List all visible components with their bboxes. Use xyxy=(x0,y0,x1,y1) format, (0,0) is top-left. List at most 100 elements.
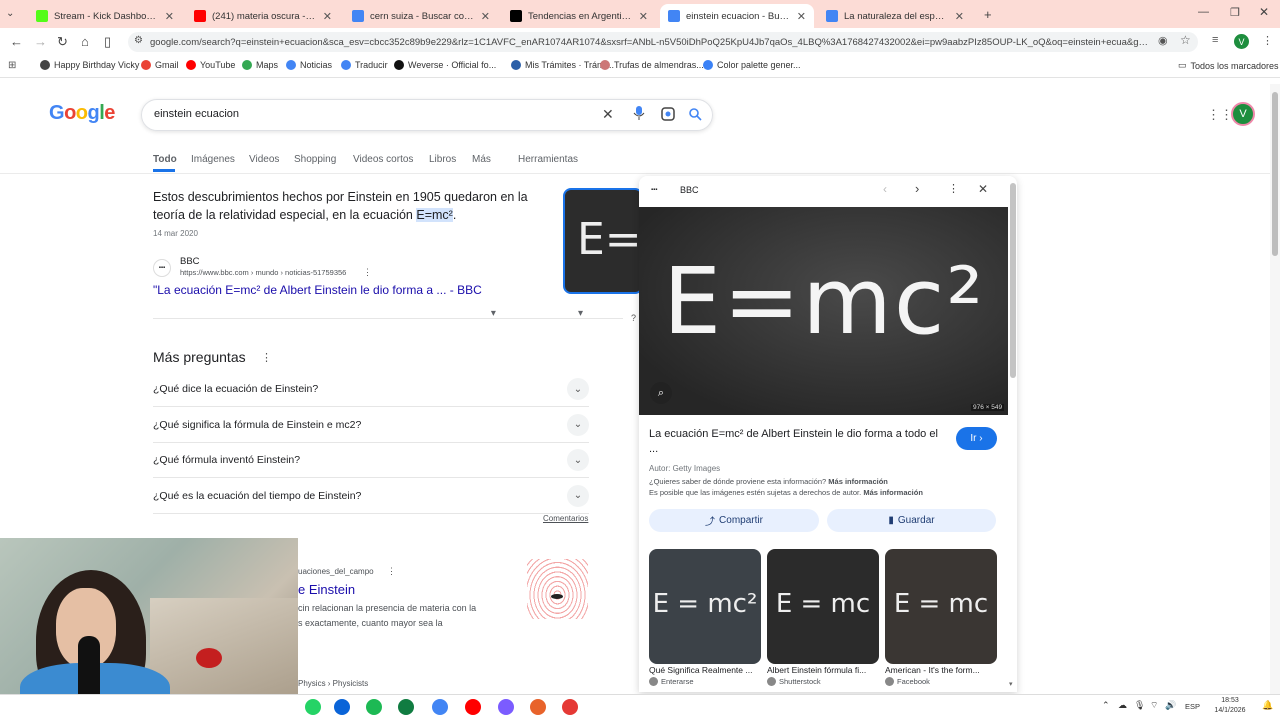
comments-link[interactable]: Comentarios xyxy=(543,514,588,523)
info2-link[interactable]: Más información xyxy=(863,488,923,497)
app-orange-icon[interactable] xyxy=(530,699,546,715)
search-tab[interactable]: Más ▾ xyxy=(472,154,496,319)
result2-thumbnail[interactable] xyxy=(527,559,588,619)
bookmark-item[interactable]: Mis Trámites · Trámi... xyxy=(511,60,614,70)
search-input[interactable]: einstein ecuacion xyxy=(154,108,239,120)
bookmark-item[interactable]: YouTube xyxy=(186,60,235,70)
location-icon[interactable]: ◉ xyxy=(1158,34,1168,47)
volume-icon[interactable]: 🔊 xyxy=(1165,700,1176,711)
more-options-icon[interactable]: ⋮ xyxy=(363,267,372,278)
panel-title[interactable]: La ecuación E=mc² de Albert Einstein le … xyxy=(649,427,939,457)
paa-question[interactable]: ¿Qué significa la fórmula de Einstein e … xyxy=(153,408,589,443)
clear-icon[interactable]: ✕ xyxy=(602,106,614,123)
google-avatar[interactable]: V xyxy=(1231,102,1255,126)
sidepanel-icon[interactable]: ▯ xyxy=(104,34,111,50)
notifications-icon[interactable]: 🔔 xyxy=(1262,700,1273,711)
related-image[interactable]: E = mc² xyxy=(649,549,761,664)
search-tab[interactable]: Imágenes xyxy=(191,154,235,165)
browser-tab[interactable]: Tendencias en Argentina en X ✕ xyxy=(502,4,656,28)
related-image-caption[interactable]: Qué Significa Realmente ... xyxy=(649,665,761,675)
panel-scrollbar[interactable] xyxy=(1010,183,1016,378)
panel-lens-icon[interactable]: ⌕ xyxy=(650,382,672,404)
help-icon[interactable]: ? xyxy=(631,313,636,323)
panel-more-icon[interactable]: ⋮ xyxy=(948,182,959,195)
save-button[interactable]: ▮ Guardar xyxy=(827,509,996,532)
share-button[interactable]: ⤴ Compartir xyxy=(649,509,819,532)
tab-close-icon[interactable]: ✕ xyxy=(323,10,332,23)
cloud-icon[interactable]: ☁ xyxy=(1118,700,1127,711)
tab-close-icon[interactable]: ✕ xyxy=(481,10,490,23)
search-tab[interactable]: Herramientas ▾ xyxy=(518,154,583,319)
panel-close-icon[interactable]: ✕ xyxy=(978,182,988,196)
home-icon[interactable]: ⌂ xyxy=(81,34,89,49)
reload-icon[interactable]: ↻ xyxy=(57,34,68,50)
bookmark-item[interactable]: Weverse · Official fo... xyxy=(394,60,496,70)
info1-link[interactable]: Más información xyxy=(828,477,888,486)
menu-icon[interactable]: ⋮ xyxy=(1262,34,1273,47)
spotify-icon[interactable] xyxy=(366,699,382,715)
clock[interactable]: 18:53 14/1/2026 xyxy=(1207,696,1253,716)
browser-tab[interactable]: cern suiza - Buscar con Google ✕ xyxy=(344,4,498,28)
search-tab[interactable]: Videos cortos xyxy=(353,154,413,165)
minimize-button[interactable]: — xyxy=(1198,6,1209,18)
address-bar[interactable]: google.com/search?q=einstein+ecuacion&sc… xyxy=(128,32,1198,52)
browser-tab[interactable]: Stream - Kick Dashboard ✕ xyxy=(28,4,182,28)
site-info-icon[interactable]: ⚙ xyxy=(134,35,143,46)
snippet-link[interactable]: "La ecuación E=mc² de Albert Einstein le… xyxy=(153,283,482,297)
close-window-button[interactable]: ✕ xyxy=(1259,5,1269,19)
mic-tray-icon[interactable]: 🎙 xyxy=(1134,700,1145,711)
youtube-music-icon[interactable] xyxy=(465,699,481,715)
bookmark-item[interactable]: Maps xyxy=(242,60,278,70)
tray-chevron-icon[interactable]: ⌃ xyxy=(1102,700,1110,711)
snippet-image[interactable]: E= xyxy=(563,188,643,294)
go-button[interactable]: Ir › xyxy=(956,427,997,450)
chevron-down-icon[interactable]: ⌄ xyxy=(567,378,589,400)
tab-close-icon[interactable]: ✕ xyxy=(955,10,964,23)
bookmark-star-icon[interactable]: ☆ xyxy=(1180,33,1191,47)
reading-list-icon[interactable]: ≡ xyxy=(1212,34,1218,46)
bookmark-item[interactable]: Color palette gener... xyxy=(703,60,801,70)
bookmark-item[interactable]: Gmail xyxy=(141,60,179,70)
result2-title[interactable]: e Einstein xyxy=(298,582,355,597)
related-image-caption[interactable]: Albert Einstein fórmula fi... xyxy=(767,665,879,675)
lang-indicator[interactable]: ESP xyxy=(1185,702,1200,711)
search-icon[interactable] xyxy=(688,107,702,124)
back-icon[interactable]: ← xyxy=(10,34,23,49)
bookmark-item[interactable]: Trufas de almendras... xyxy=(600,60,704,70)
tab-search-icon[interactable]: ⌄ xyxy=(6,8,14,19)
paa-question[interactable]: ¿Qué es la ecuación del tiempo de Einste… xyxy=(153,479,589,514)
browser-tab[interactable]: (241) materia oscura - YouTube ✕ xyxy=(186,4,340,28)
wifi-icon[interactable]: ⌔ xyxy=(1150,700,1158,711)
mic-icon[interactable] xyxy=(632,105,646,124)
chrome-icon[interactable] xyxy=(432,699,448,715)
bookmark-item[interactable]: Noticias xyxy=(286,60,332,70)
bookmark-item[interactable]: Traducir xyxy=(341,60,388,70)
related-image-caption[interactable]: American - It's the form... xyxy=(885,665,997,675)
pdf-icon[interactable] xyxy=(562,699,578,715)
whatsapp-icon[interactable] xyxy=(305,699,321,715)
search-tab[interactable]: Shopping xyxy=(294,154,336,165)
page-scroll-thumb[interactable] xyxy=(1272,92,1278,256)
all-bookmarks[interactable]: ▭ Todos los marcadores xyxy=(1178,60,1279,71)
maximize-button[interactable]: ❐ xyxy=(1230,6,1240,19)
app-icon[interactable] xyxy=(498,699,514,715)
excel-icon[interactable] xyxy=(398,699,414,715)
tab-close-icon[interactable]: ✕ xyxy=(639,10,648,23)
related-image[interactable]: E = mc xyxy=(885,549,997,664)
bookmark-item[interactable]: Happy Birthday Vicky xyxy=(40,60,139,70)
paa-question[interactable]: ¿Qué dice la ecuación de Einstein? ⌄ xyxy=(153,372,589,407)
search-tab[interactable]: Libros xyxy=(429,154,456,165)
chevron-down-icon[interactable]: ⌄ xyxy=(567,413,589,436)
browser-tab[interactable]: einstein ecuacion - Buscar con ✕ xyxy=(660,4,814,28)
panel-prev-icon[interactable]: ‹ xyxy=(883,182,887,196)
search-tab[interactable]: Videos xyxy=(249,154,279,165)
lens-icon[interactable] xyxy=(661,107,675,124)
tab-close-icon[interactable]: ✕ xyxy=(797,10,806,23)
paa-menu-icon[interactable]: ⋮ xyxy=(261,351,272,364)
panel-scroll-down-icon[interactable]: ▾ xyxy=(1009,680,1013,688)
forward-icon[interactable]: → xyxy=(34,34,47,49)
chevron-down-icon[interactable]: ⌄ xyxy=(567,449,589,471)
tab-close-icon[interactable]: ✕ xyxy=(165,10,174,23)
google-logo[interactable]: Google xyxy=(49,102,115,125)
browser-tab[interactable]: La naturaleza del espacio y el ti ✕ xyxy=(818,4,972,28)
